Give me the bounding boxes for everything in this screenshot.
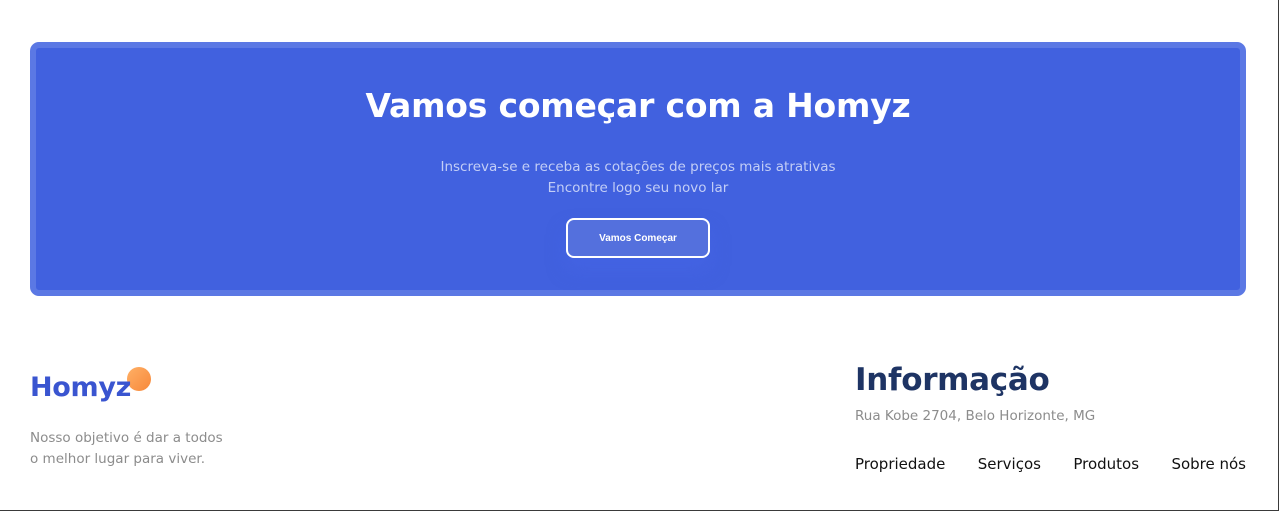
banner-subtitle: Inscreva-se e receba as cotações de preç… — [36, 157, 1240, 199]
logo-text: Homyz — [30, 372, 132, 403]
footer-nav: Propriedade Serviços Produtos Sobre nós — [855, 455, 1246, 473]
footer-link-propriedade[interactable]: Propriedade — [855, 455, 945, 473]
banner-subtitle-line-2: Encontre logo seu novo lar — [547, 180, 729, 196]
address-text: Rua Kobe 2704, Belo Horizonte, MG — [855, 408, 1096, 424]
get-started-button[interactable]: Vamos Começar — [566, 218, 710, 258]
banner-subtitle-line-1: Inscreva-se e receba as cotações de preç… — [440, 159, 836, 175]
footer-link-sobre-nos[interactable]: Sobre nós — [1171, 455, 1246, 473]
tagline-line-1: Nosso objetivo é dar a todos — [30, 430, 223, 446]
page: Vamos começar com a Homyz Inscreva-se e … — [0, 0, 1279, 511]
footer-link-servicos[interactable]: Serviços — [978, 455, 1041, 473]
info-heading: Informação — [855, 362, 1050, 398]
footer-link-produtos[interactable]: Produtos — [1073, 455, 1139, 473]
banner-title: Vamos começar com a Homyz — [365, 86, 911, 125]
tagline-line-2: o melhor lugar para viver. — [30, 451, 205, 467]
homyz-logo[interactable]: Homyz — [30, 367, 160, 410]
get-started-banner: Vamos começar com a Homyz Inscreva-se e … — [30, 42, 1246, 296]
footer-tagline: Nosso objetivo é dar a todos o melhor lu… — [30, 428, 290, 470]
